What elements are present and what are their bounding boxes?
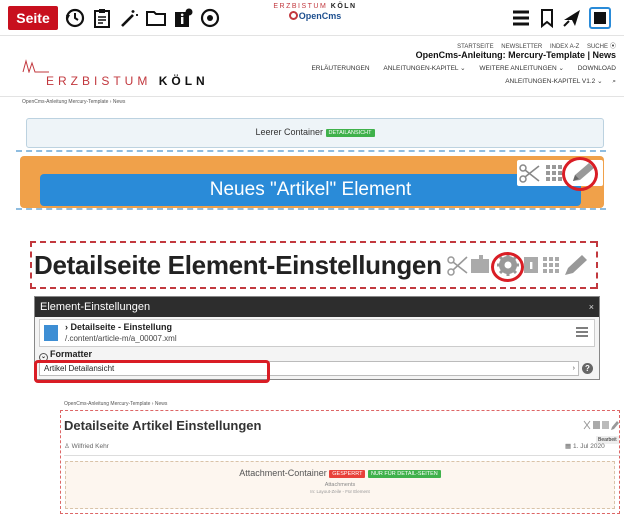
main-nav: ERLÄUTERUNGEN ANLEITUNGEN-KAPITEL ⌄ WEIT… xyxy=(299,64,616,72)
bookmark-icon[interactable] xyxy=(536,7,558,29)
resource-info: › Detailseite - Einstellung /.content/ar… xyxy=(39,319,595,347)
formatter-label: Formatter xyxy=(50,349,93,359)
grid-icon[interactable] xyxy=(602,421,609,429)
gear-icon[interactable] xyxy=(593,421,600,429)
detail-view-badge: DETAILANSICHT xyxy=(325,129,375,137)
element-frame-right xyxy=(596,241,598,289)
file-type-icon xyxy=(44,325,58,341)
clipboard-icon[interactable] xyxy=(91,7,113,29)
search-icon[interactable]: ⌕ xyxy=(612,78,616,85)
publish-icon[interactable] xyxy=(561,7,583,29)
nav-weitere-anleitungen[interactable]: WEITERE ANLEITUNGEN ⌄ xyxy=(479,65,564,72)
pencil-icon[interactable] xyxy=(565,255,587,275)
scissors-icon[interactable] xyxy=(519,164,540,183)
logo-top-bold: KÖLN xyxy=(330,3,357,10)
cathedral-logo-icon xyxy=(22,59,49,73)
article-date: ▦ 1. Jul 2020 xyxy=(565,442,605,450)
favorite-puzzle-icon[interactable] xyxy=(471,255,489,273)
attachments-label: Attachments xyxy=(324,482,356,488)
context-menu-icon[interactable] xyxy=(576,327,588,337)
pencil-icon[interactable] xyxy=(611,421,619,430)
empty-container-label: Leerer Container xyxy=(255,127,324,137)
dialog-title-bar[interactable]: Element-Einstellungen × xyxy=(35,297,599,317)
sub-nav: ANLEITUNGEN-KAPITEL V1.2 ⌄ ⌕ xyxy=(505,77,616,86)
attachment-header: Attachment-Container GESPERRT NUR FÜR DE… xyxy=(66,468,614,478)
empty-container[interactable]: Leerer Container DETAILANSICHT xyxy=(26,118,604,148)
opencms-logo-ring xyxy=(288,11,298,20)
site-logo-bold: KÖLN xyxy=(158,74,209,88)
attachment-container-label: Attachment-Container xyxy=(239,468,327,478)
grid-icon[interactable] xyxy=(543,257,559,273)
resource-title[interactable]: › Detailseite - Einstellung xyxy=(65,322,172,332)
site-title: OpenCms-Anleitung: Mercury-Template | Ne… xyxy=(415,50,616,60)
breadcrumb[interactable]: OpenCms-Anleitung Mercury-Template › New… xyxy=(64,401,167,407)
logo-top-light: ERZBISTUM xyxy=(273,3,328,10)
nav-erlaeuterungen[interactable]: ERLÄUTERUNGEN xyxy=(311,65,369,72)
meta-nav: STARTSEITE NEWSLETTER INDEX A-Z SUCHE ⦿ xyxy=(451,41,616,50)
edit-highlight-circle xyxy=(562,157,598,191)
opencms-toolbar: Seite ERZBISTUM KÖLN OpenCms xyxy=(0,0,624,36)
site-logo-light: ERZBISTUM xyxy=(46,74,152,88)
nav-anleitungen-v12[interactable]: ANLEITUNGEN-KAPITEL V1.2 ⌄ xyxy=(505,78,602,85)
element-frame-top xyxy=(30,241,596,243)
scissors-icon[interactable] xyxy=(447,256,468,276)
attachment-container[interactable]: Attachment-Container GESPERRT NUR FÜR DE… xyxy=(65,461,615,509)
attachments-location: In: Layout-Zeile - Für Element xyxy=(310,489,370,494)
element-frame-bottom xyxy=(30,287,596,289)
history-icon[interactable] xyxy=(64,7,86,29)
opencms-logo: ERZBISTUM KÖLN OpenCms xyxy=(270,3,360,33)
site-logo-text[interactable]: ERZBISTUM KÖLN xyxy=(46,74,209,88)
info-icon[interactable] xyxy=(524,257,538,273)
seite-button[interactable]: Seite xyxy=(8,6,58,30)
folder-icon[interactable] xyxy=(145,7,167,29)
nav-download[interactable]: DOWNLOAD xyxy=(578,65,616,72)
formatter-highlight-box xyxy=(34,360,270,383)
menu-icon[interactable] xyxy=(510,7,532,29)
calendar-icon: ▦ xyxy=(565,443,572,450)
locked-badge: GESPERRT xyxy=(329,470,366,478)
detail-settings-heading: Detailseite Element-Einstellungen xyxy=(34,250,442,280)
opencms-logo-text: OpenCms xyxy=(298,11,342,21)
new-article-element[interactable]: Neues "Artikel" Element xyxy=(40,174,581,206)
nav-anleitungen-kapitel[interactable]: ANLEITUNGEN-KAPITEL ⌄ xyxy=(383,65,465,72)
settings-highlight-circle xyxy=(491,252,524,282)
divider xyxy=(64,455,620,456)
magic-wand-icon[interactable] xyxy=(118,7,140,29)
grid-icon[interactable] xyxy=(546,165,562,181)
close-icon[interactable]: × xyxy=(589,297,594,317)
author-name: Wilfried Kehr xyxy=(71,443,109,450)
user-icon: ♙ xyxy=(64,443,70,450)
resource-path: /.content/article-m/a_00007.xml xyxy=(65,334,177,343)
selection-icon[interactable] xyxy=(588,6,612,30)
chevron-right-icon: › xyxy=(572,365,575,372)
scissors-icon[interactable] xyxy=(583,420,591,430)
breadcrumb[interactable]: OpenCms-Anleitung Mercury-Template › New… xyxy=(22,99,125,105)
date-text: 1. Jul 2020 xyxy=(572,443,605,450)
article-author: ♙ Wilfried Kehr xyxy=(64,442,109,450)
detail-only-badge: NUR FÜR DETAIL-SEITEN xyxy=(367,470,441,478)
article-edit-toolbar xyxy=(583,420,619,430)
help-icon[interactable]: ? xyxy=(582,363,593,374)
site-header: ERZBISTUM KÖLN STARTSEITE NEWSLETTER IND… xyxy=(0,37,624,97)
article-title: Detailseite Artikel Einstellungen xyxy=(64,418,262,433)
target-icon[interactable] xyxy=(199,7,221,29)
element-frame-left xyxy=(30,241,32,289)
dialog-title: Element-Einstellungen xyxy=(40,301,151,313)
info-icon[interactable] xyxy=(172,7,194,29)
